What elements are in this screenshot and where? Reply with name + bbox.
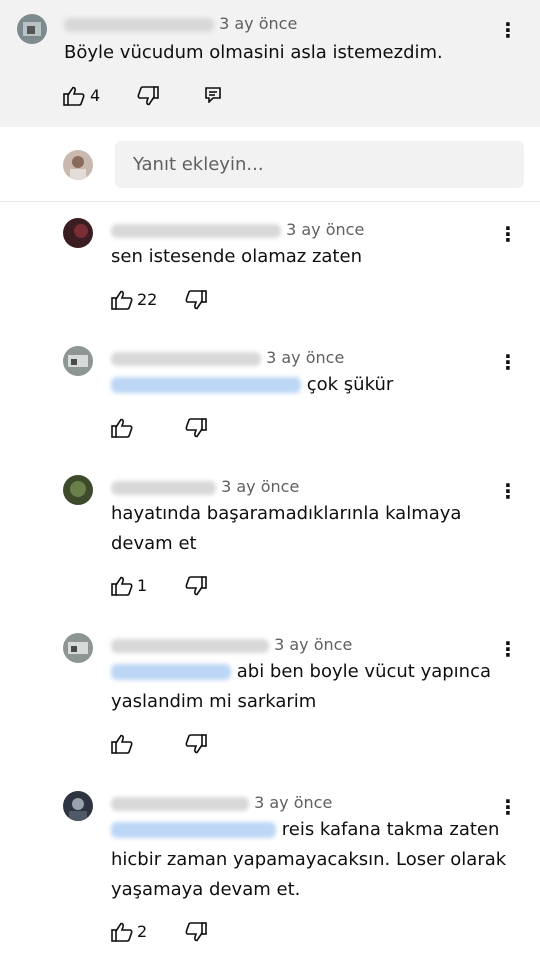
thumbs-down-icon[interactable] xyxy=(185,418,207,438)
reply-avatar[interactable] xyxy=(63,218,93,248)
reply-time: 3 ay önce xyxy=(221,477,300,496)
author-handle-blurred[interactable] xyxy=(64,17,214,32)
thumbs-up-icon[interactable] xyxy=(111,576,133,596)
mention-blurred[interactable] xyxy=(111,664,231,680)
reply-text-line: yaslandim mi sarkarim xyxy=(111,691,317,712)
reply-text: sen istesende olamaz zaten xyxy=(111,246,362,267)
reply-avatar[interactable] xyxy=(63,475,93,505)
reply-author-row: 3 ay önce xyxy=(111,635,352,654)
like-count: 22 xyxy=(137,290,158,309)
comment-time: 3 ay önce xyxy=(219,14,298,33)
author-handle-blurred[interactable] xyxy=(111,223,281,238)
commenter-avatar[interactable] xyxy=(17,14,47,44)
reply-text-segment: abi ben boyle vücut yapınca xyxy=(236,661,492,682)
reply-text-line: hayatında başaramadıklarınla kalmaya xyxy=(111,503,462,524)
comment-author-row: 3 ay önce xyxy=(64,14,297,33)
reply-avatar[interactable] xyxy=(63,346,93,376)
reply-avatar[interactable] xyxy=(63,633,93,663)
author-handle-blurred[interactable] xyxy=(111,351,261,366)
thumbs-down-icon[interactable] xyxy=(185,576,207,596)
reply-text-line: abi ben boyle vücut yapınca xyxy=(111,657,491,687)
reply-icon[interactable] xyxy=(205,87,221,103)
reply-time: 3 ay önce xyxy=(286,220,365,239)
reply-text: reis kafana takma zaten hicbir zaman yap… xyxy=(111,815,506,905)
reply-time: 3 ay önce xyxy=(254,793,333,812)
author-handle-blurred[interactable] xyxy=(111,480,216,495)
reply-author-row: 3 ay önce xyxy=(111,348,344,367)
reply-author-row: 3 ay önce xyxy=(111,793,332,812)
more-vert-icon[interactable]: ⋮ xyxy=(498,797,518,817)
thumbs-down-icon[interactable] xyxy=(185,922,207,942)
thumbs-up-icon[interactable] xyxy=(111,734,133,754)
more-vert-icon[interactable]: ⋮ xyxy=(498,639,518,659)
reply-time: 3 ay önce xyxy=(266,348,345,367)
thumbs-down-icon[interactable] xyxy=(185,290,207,310)
thumbs-up-icon[interactable] xyxy=(111,418,133,438)
reply-author-row: 3 ay önce xyxy=(111,477,299,496)
more-vert-icon[interactable]: ⋮ xyxy=(498,481,518,501)
like-count: 1 xyxy=(137,576,148,595)
reply-text-line: devam et xyxy=(111,533,197,554)
reply-text-segment: reis kafana takma zaten xyxy=(281,819,500,840)
reply-text: abi ben boyle vücut yapınca yaslandim mi… xyxy=(111,657,491,717)
thumbs-down-icon[interactable] xyxy=(137,86,159,106)
reply-input[interactable]: Yanıt ekleyin... xyxy=(115,141,524,188)
reply-time: 3 ay önce xyxy=(274,635,353,654)
reply-text-line: hicbir zaman yapamayacaksın. Loser olara… xyxy=(111,849,507,870)
mention-blurred[interactable] xyxy=(111,377,301,393)
mention-blurred[interactable] xyxy=(111,822,276,838)
more-vert-icon[interactable]: ⋮ xyxy=(498,224,518,244)
reply-text-line: reis kafana takma zaten xyxy=(111,815,506,845)
reply-author-row: 3 ay önce xyxy=(111,220,364,239)
reply-avatar[interactable] xyxy=(63,791,93,821)
reply-text-row: çok şükür xyxy=(111,370,393,400)
divider xyxy=(0,201,540,202)
author-handle-blurred[interactable] xyxy=(111,638,269,653)
more-vert-icon[interactable]: ⋮ xyxy=(498,20,518,40)
comment-text: Böyle vücudum olmasini asla istemezdim. xyxy=(64,42,443,63)
more-vert-icon[interactable]: ⋮ xyxy=(498,352,518,372)
thumbs-up-icon[interactable] xyxy=(63,86,85,106)
user-avatar xyxy=(63,150,93,180)
like-count: 2 xyxy=(137,922,148,941)
reply-text: hayatında başaramadıklarınla kalmaya dev… xyxy=(111,499,461,559)
reply-text: çok şükür xyxy=(306,374,394,395)
author-handle-blurred[interactable] xyxy=(111,796,249,811)
thumbs-down-icon[interactable] xyxy=(185,734,207,754)
thumbs-up-icon[interactable] xyxy=(111,922,133,942)
reply-text-line: yaşamaya devam et. xyxy=(111,879,301,900)
thumbs-up-icon[interactable] xyxy=(111,290,133,310)
like-count: 4 xyxy=(90,86,101,105)
